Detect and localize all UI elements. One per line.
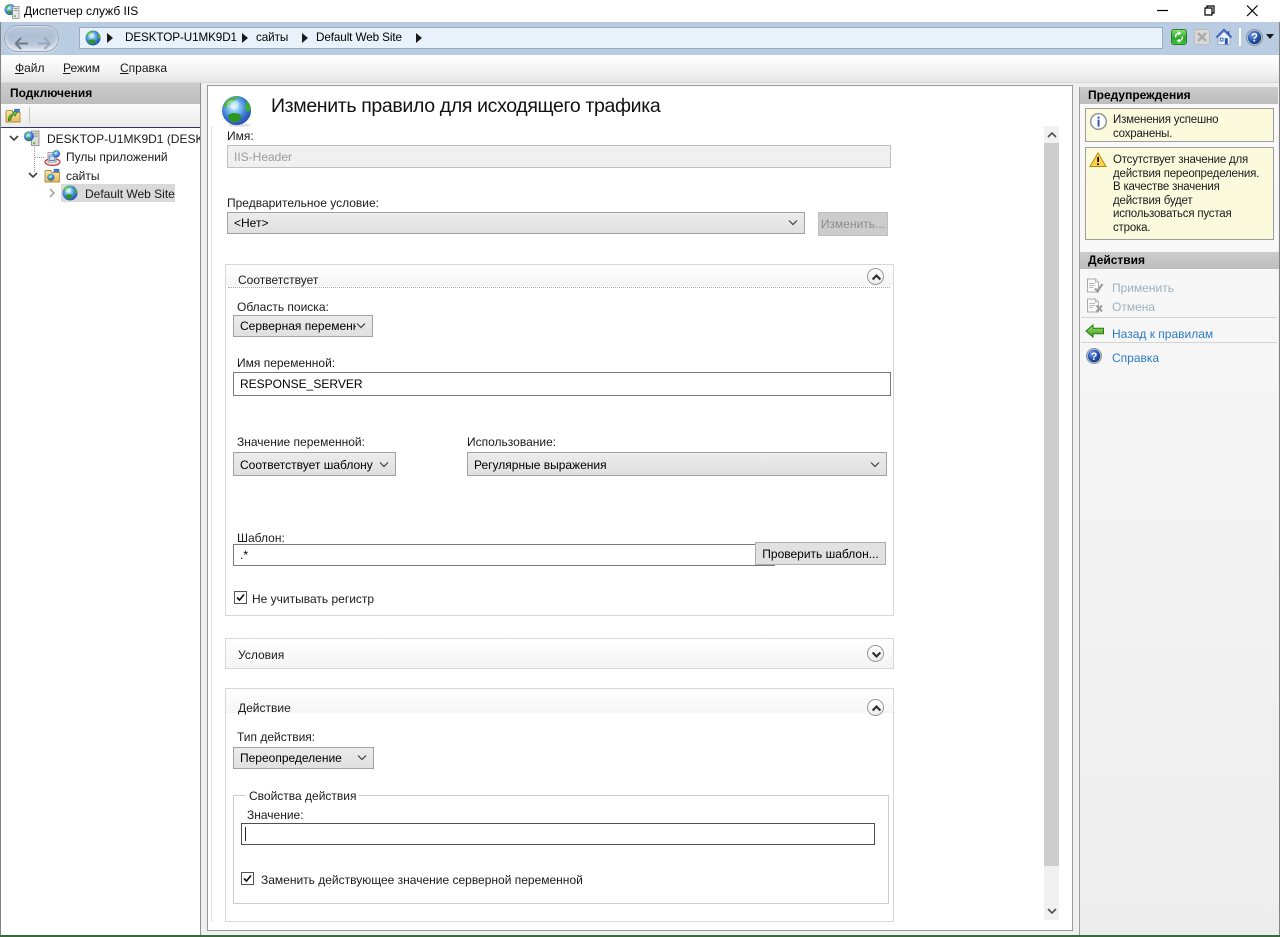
svg-text:?: ? <box>1091 351 1098 363</box>
svg-text:?: ? <box>1251 33 1258 45</box>
